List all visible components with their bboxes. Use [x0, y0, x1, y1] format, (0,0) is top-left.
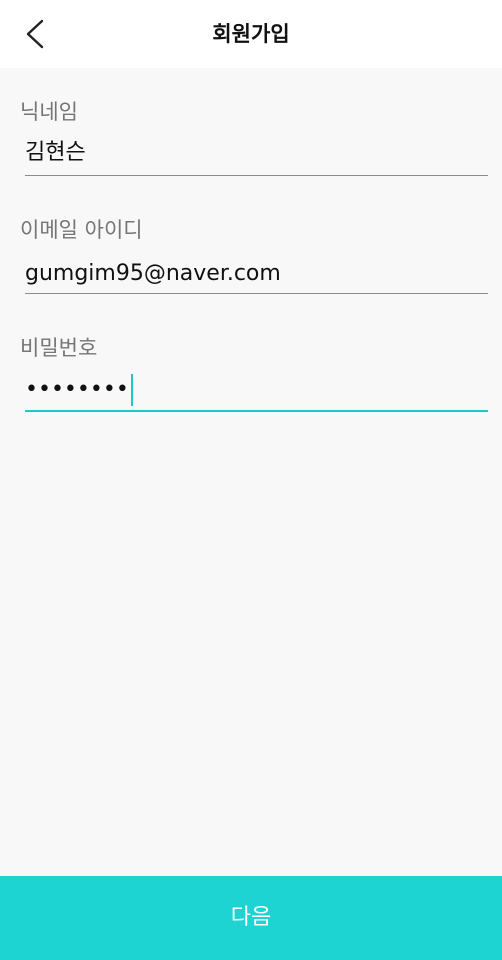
page-title: 회원가입: [212, 22, 290, 46]
password-input[interactable]: ••••••••: [25, 374, 488, 406]
password-underline-focused: [25, 410, 488, 412]
email-label: 이메일 아이디: [20, 218, 143, 242]
nickname-label: 닉네임: [20, 100, 78, 124]
text-cursor: [130, 374, 133, 406]
nickname-underline: [25, 175, 488, 176]
email-input[interactable]: gumgim95@naver.com: [25, 259, 488, 289]
app-header: 회원가입: [0, 0, 502, 68]
password-masked-value: ••••••••: [25, 377, 129, 402]
next-button[interactable]: 다음: [0, 876, 502, 960]
nickname-input[interactable]: 김현슨: [25, 138, 488, 168]
password-label: 비밀번호: [20, 336, 98, 360]
email-underline: [25, 293, 488, 294]
